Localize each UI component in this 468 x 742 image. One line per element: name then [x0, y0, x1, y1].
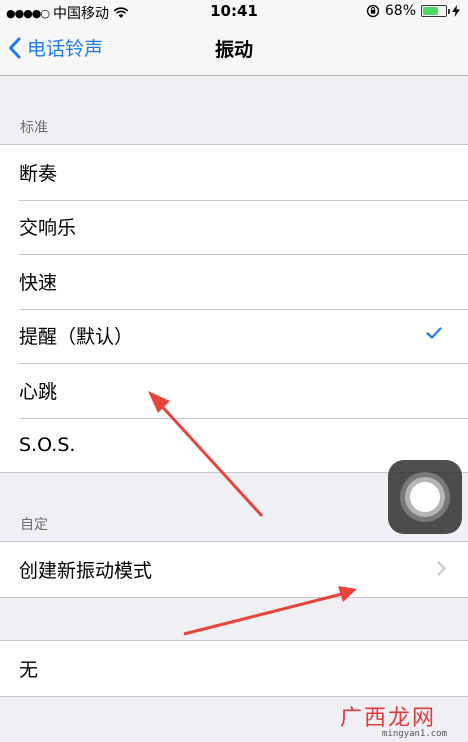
watermark-title: 广西龙网 [340, 706, 437, 731]
chevron-right-icon [437, 561, 446, 576]
list-item-label: 断奏 [19, 162, 58, 185]
list-item-label: S.O.S. [19, 433, 76, 456]
list-item-heartbeat[interactable]: 心跳 [0, 363, 468, 418]
list-item-none[interactable]: 无 [0, 641, 468, 696]
status-right: 68% [366, 3, 460, 19]
navigation-bar: 电话铃声 振动 [0, 22, 468, 76]
battery-level [423, 7, 438, 15]
section-header-standard: 标准 [20, 120, 48, 136]
custom-patterns-list: 创建新振动模式 [0, 541, 468, 598]
page-title: 振动 [214, 39, 253, 61]
assistive-touch-button[interactable] [388, 460, 462, 534]
watermark-url: mingyan1.com [382, 729, 448, 739]
checkmark-icon [426, 326, 442, 339]
list-item-label: 提醒（默认） [19, 326, 134, 349]
status-bar: ●●●●○ 中国移动 10:41 68% [0, 0, 468, 22]
none-list: 无 [0, 640, 468, 697]
battery-icon [421, 5, 450, 17]
list-item-label: 心跳 [19, 380, 58, 403]
orientation-lock-icon [366, 4, 380, 18]
list-item-alert-default[interactable]: 提醒（默认） [0, 308, 468, 364]
battery-percent: 68% [384, 3, 416, 19]
list-item-label: 无 [19, 658, 39, 681]
standard-patterns-list: 断奏 交响乐 快速 提醒（默认） 心跳 S.O.S. [0, 144, 468, 473]
assistive-touch-center [410, 482, 440, 512]
section-header-custom: 自定 [20, 517, 48, 533]
list-item-symphony[interactable]: 交响乐 [0, 199, 468, 255]
create-new-vibration-button[interactable]: 创建新振动模式 [0, 542, 468, 597]
charging-icon [452, 5, 460, 17]
list-item-label: 快速 [19, 271, 58, 294]
list-item-staccato[interactable]: 断奏 [0, 145, 468, 200]
list-item-label: 创建新振动模式 [19, 559, 153, 582]
list-item-label: 交响乐 [19, 217, 77, 240]
list-item-rapid[interactable]: 快速 [0, 254, 468, 309]
